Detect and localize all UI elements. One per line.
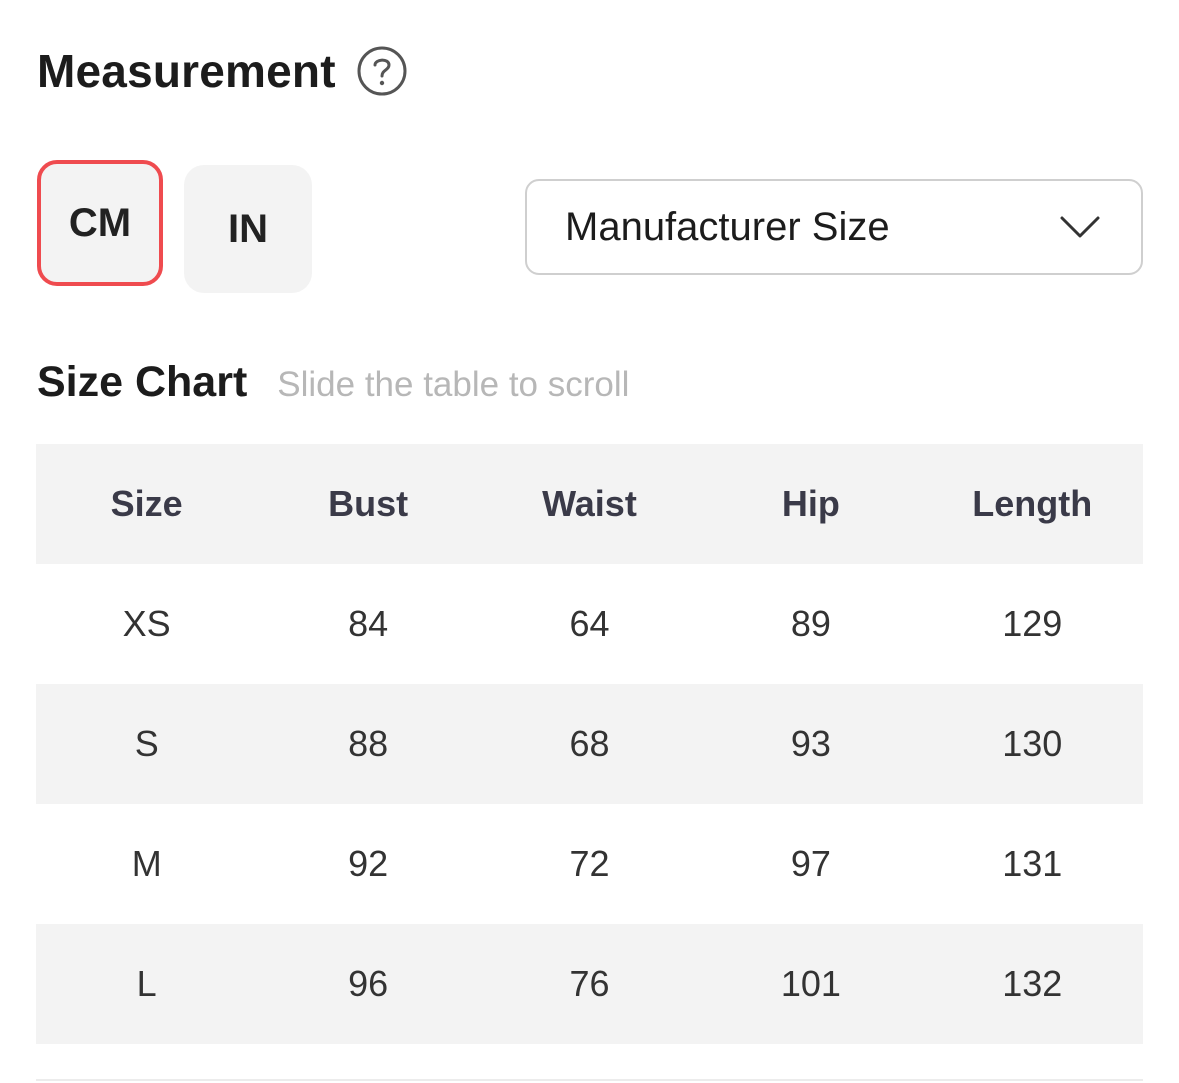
table-cell: 76 xyxy=(569,963,610,1004)
column-header-size: Size xyxy=(110,483,183,524)
unit-cm-label: CM xyxy=(68,200,132,245)
unit-in-label: IN xyxy=(228,206,268,251)
size-chart-header: Size Chart Slide the table to scroll xyxy=(37,358,629,407)
table-cell: 96 xyxy=(348,963,389,1004)
size-table: Size Bust Waist Hip Length XS 84 64 89 1… xyxy=(36,444,1143,1044)
unit-in-button[interactable]: IN xyxy=(184,165,312,293)
table-cell: 97 xyxy=(790,843,831,884)
size-type-value: Manufacturer Size xyxy=(565,204,890,249)
table-cell: 89 xyxy=(790,603,831,644)
column-header-waist: Waist xyxy=(542,483,637,524)
table-cell: L xyxy=(136,963,157,1004)
table-cell: 72 xyxy=(569,843,610,884)
column-header-hip: Hip xyxy=(781,483,840,524)
table-cell: 92 xyxy=(348,843,389,884)
table-cell: 93 xyxy=(790,723,831,764)
table-cell: 68 xyxy=(569,723,610,764)
size-table-scroll-area[interactable]: Size Bust Waist Hip Length XS 84 64 89 1… xyxy=(36,444,1143,1044)
table-cell: 132 xyxy=(1002,963,1063,1004)
table-cell: 88 xyxy=(348,723,389,764)
column-header-length: Length xyxy=(972,483,1093,524)
size-chart-title: Size Chart xyxy=(37,358,248,406)
measurement-title: Measurement xyxy=(37,45,336,97)
measurement-header: Measurement xyxy=(37,44,408,98)
table-cell: M xyxy=(131,843,162,884)
table-cell: 64 xyxy=(569,603,610,644)
table-cell: 129 xyxy=(1002,603,1063,644)
size-guide-panel: Measurement CM IN Manufacturer Size Size… xyxy=(0,0,1179,1083)
table-cell: 101 xyxy=(780,963,841,1004)
column-header-bust: Bust xyxy=(328,483,409,524)
table-cell: 130 xyxy=(1002,723,1063,764)
table-cell: 131 xyxy=(1002,843,1063,884)
table-row: M 92 72 97 131 xyxy=(36,804,1143,924)
question-circle-icon[interactable] xyxy=(356,45,408,97)
unit-cm-button[interactable]: CM xyxy=(37,160,163,286)
chevron-down-icon xyxy=(1059,214,1101,240)
table-cell: XS xyxy=(122,603,171,644)
size-type-select[interactable]: Manufacturer Size xyxy=(525,179,1143,275)
table-row: L 96 76 101 132 xyxy=(36,924,1143,1044)
scroll-hint: Slide the table to scroll xyxy=(277,365,630,404)
divider xyxy=(36,1079,1143,1081)
table-row: XS 84 64 89 129 xyxy=(36,564,1143,684)
table-cell: 84 xyxy=(348,603,389,644)
table-header-row: Size Bust Waist Hip Length xyxy=(36,444,1143,564)
table-row: S 88 68 93 130 xyxy=(36,684,1143,804)
table-cell: S xyxy=(134,723,159,764)
